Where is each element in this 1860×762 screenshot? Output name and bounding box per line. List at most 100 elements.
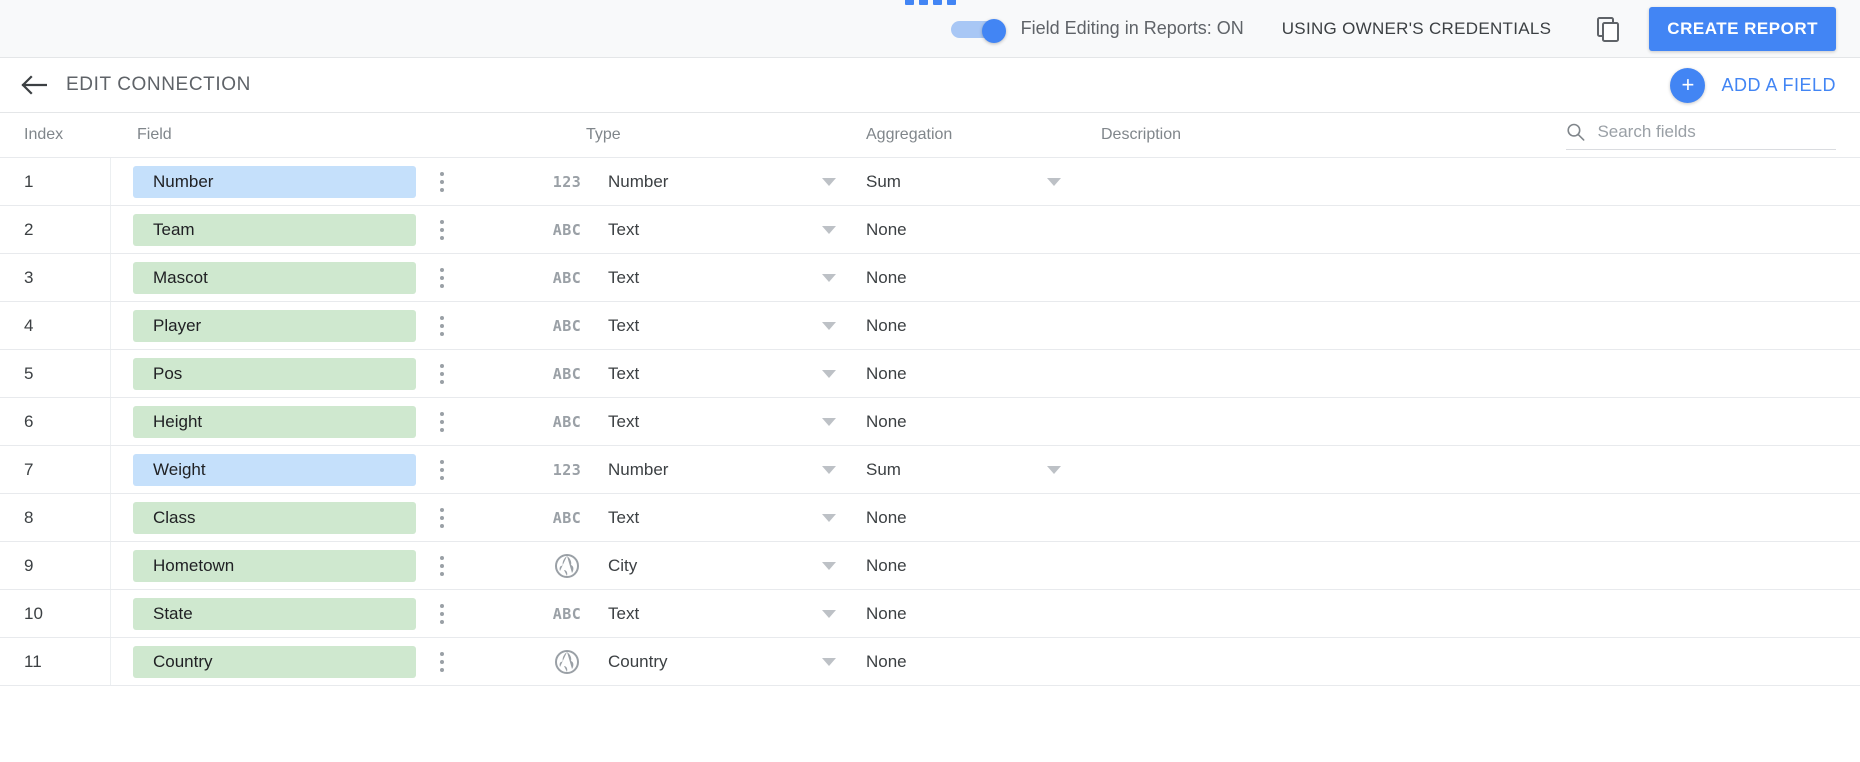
chevron-down-icon[interactable]	[822, 513, 836, 522]
chevron-down-icon[interactable]	[822, 273, 836, 282]
table-header-row: Index Field Type Aggregation Description	[0, 112, 1860, 157]
cell-type[interactable]: 123 Number	[496, 172, 866, 192]
cell-index: 7	[0, 446, 111, 493]
cell-type[interactable]: ABC Text	[496, 604, 866, 624]
row-menu-icon[interactable]	[429, 261, 455, 295]
aggregation-label: None	[866, 507, 907, 527]
column-header-type: Type	[586, 126, 621, 143]
row-menu-icon[interactable]	[429, 453, 455, 487]
text-icon: ABC	[548, 413, 586, 431]
cell-type[interactable]: 123 Number	[496, 460, 866, 480]
globe-icon	[548, 553, 586, 579]
cell-aggregation[interactable]: None	[866, 604, 1091, 624]
cell-aggregation[interactable]: None	[866, 652, 1091, 672]
row-menu-icon[interactable]	[429, 309, 455, 343]
plus-icon: +	[1670, 67, 1706, 103]
cell-aggregation[interactable]: Sum	[866, 172, 1091, 192]
copy-icon[interactable]	[1591, 12, 1625, 46]
type-label: Text	[608, 363, 640, 383]
chevron-down-icon[interactable]	[822, 321, 836, 330]
cell-index: 4	[0, 302, 111, 349]
cell-aggregation[interactable]: None	[866, 412, 1091, 432]
field-editing-toggle-group[interactable]: Field Editing in Reports: ON	[950, 18, 1244, 43]
field-name-chip[interactable]: Country	[133, 645, 416, 678]
row-menu-icon[interactable]	[429, 165, 455, 199]
aggregation-label: None	[866, 555, 907, 575]
cell-aggregation[interactable]: None	[866, 556, 1091, 576]
type-label: Text	[608, 603, 640, 623]
cell-aggregation[interactable]: None	[866, 364, 1091, 384]
cell-aggregation[interactable]: None	[866, 508, 1091, 528]
row-menu-icon[interactable]	[429, 597, 455, 631]
cell-type[interactable]: ABC Text	[496, 364, 866, 384]
field-name-chip[interactable]: Hometown	[133, 549, 416, 582]
cell-aggregation[interactable]: None	[866, 220, 1091, 240]
type-label: Text	[608, 219, 640, 239]
field-name-chip[interactable]: Mascot	[133, 261, 416, 294]
top-toolbar: Field Editing in Reports: ON USING OWNER…	[0, 0, 1860, 58]
cell-type[interactable]: ABC Text	[496, 412, 866, 432]
cell-type[interactable]: ABC Text	[496, 220, 866, 240]
table-body: 1 Number 123 Number Sum 2 Team ABC Text None 3 Masc…	[0, 157, 1860, 686]
chevron-down-icon[interactable]	[822, 465, 836, 474]
cell-type[interactable]: City	[496, 553, 866, 579]
chevron-down-icon[interactable]	[1047, 465, 1061, 474]
field-name-chip[interactable]: State	[133, 597, 416, 630]
row-menu-icon[interactable]	[429, 213, 455, 247]
chevron-down-icon[interactable]	[822, 561, 836, 570]
type-glyph: ABC	[552, 508, 582, 527]
chevron-down-icon[interactable]	[822, 177, 836, 186]
row-menu-icon[interactable]	[429, 405, 455, 439]
type-label: Text	[608, 315, 640, 335]
search-input[interactable]	[1597, 122, 1836, 142]
chevron-down-icon[interactable]	[822, 657, 836, 666]
add-a-field-button[interactable]: + ADD A FIELD	[1670, 67, 1836, 103]
row-menu-icon[interactable]	[429, 549, 455, 583]
cell-field: Weight	[111, 453, 496, 487]
row-menu-icon[interactable]	[429, 357, 455, 391]
chevron-down-icon[interactable]	[1047, 177, 1061, 186]
cell-type[interactable]: ABC Text	[496, 316, 866, 336]
row-menu-icon[interactable]	[429, 645, 455, 679]
fields-table: Index Field Type Aggregation Description…	[0, 112, 1860, 686]
field-editing-toggle[interactable]	[950, 18, 1006, 43]
table-row: 6 Height ABC Text None	[0, 398, 1860, 446]
aggregation-label: Sum	[866, 171, 901, 191]
text-icon: ABC	[548, 317, 586, 335]
aggregation-label: None	[866, 315, 907, 335]
cell-type[interactable]: Country	[496, 649, 866, 675]
chevron-down-icon[interactable]	[822, 369, 836, 378]
edit-connection-header: EDIT CONNECTION + ADD A FIELD	[0, 58, 1860, 112]
chevron-down-icon[interactable]	[822, 609, 836, 618]
field-name-chip[interactable]: Class	[133, 501, 416, 534]
field-name-chip[interactable]: Team	[133, 213, 416, 246]
cell-field: Class	[111, 501, 496, 535]
text-icon: ABC	[548, 221, 586, 239]
chevron-down-icon[interactable]	[822, 225, 836, 234]
type-label: Number	[608, 459, 669, 479]
table-row: 11 Country Country None	[0, 638, 1860, 686]
type-glyph: 123	[552, 460, 582, 479]
create-report-button[interactable]: CREATE REPORT	[1649, 6, 1836, 51]
arrow-left-icon[interactable]	[18, 69, 50, 101]
field-name-chip[interactable]: Pos	[133, 357, 416, 390]
text-icon: ABC	[548, 365, 586, 383]
row-menu-icon[interactable]	[429, 501, 455, 535]
field-name-chip[interactable]: Height	[133, 405, 416, 438]
aggregation-label: None	[866, 219, 907, 239]
cell-aggregation[interactable]: None	[866, 268, 1091, 288]
cell-type[interactable]: ABC Text	[496, 268, 866, 288]
cell-type[interactable]: ABC Text	[496, 508, 866, 528]
cell-index: 1	[0, 158, 111, 205]
cell-index: 2	[0, 206, 111, 253]
field-name-chip[interactable]: Number	[133, 165, 416, 198]
chevron-down-icon[interactable]	[822, 417, 836, 426]
toggle-knob	[981, 18, 1006, 43]
cell-aggregation[interactable]: None	[866, 316, 1091, 336]
cell-aggregation[interactable]: Sum	[866, 460, 1091, 480]
field-name-chip[interactable]: Player	[133, 309, 416, 342]
field-name-chip[interactable]: Weight	[133, 453, 416, 486]
column-header-field: Field	[137, 126, 172, 143]
table-row: 5 Pos ABC Text None	[0, 350, 1860, 398]
search-fields-box[interactable]	[1566, 121, 1836, 150]
